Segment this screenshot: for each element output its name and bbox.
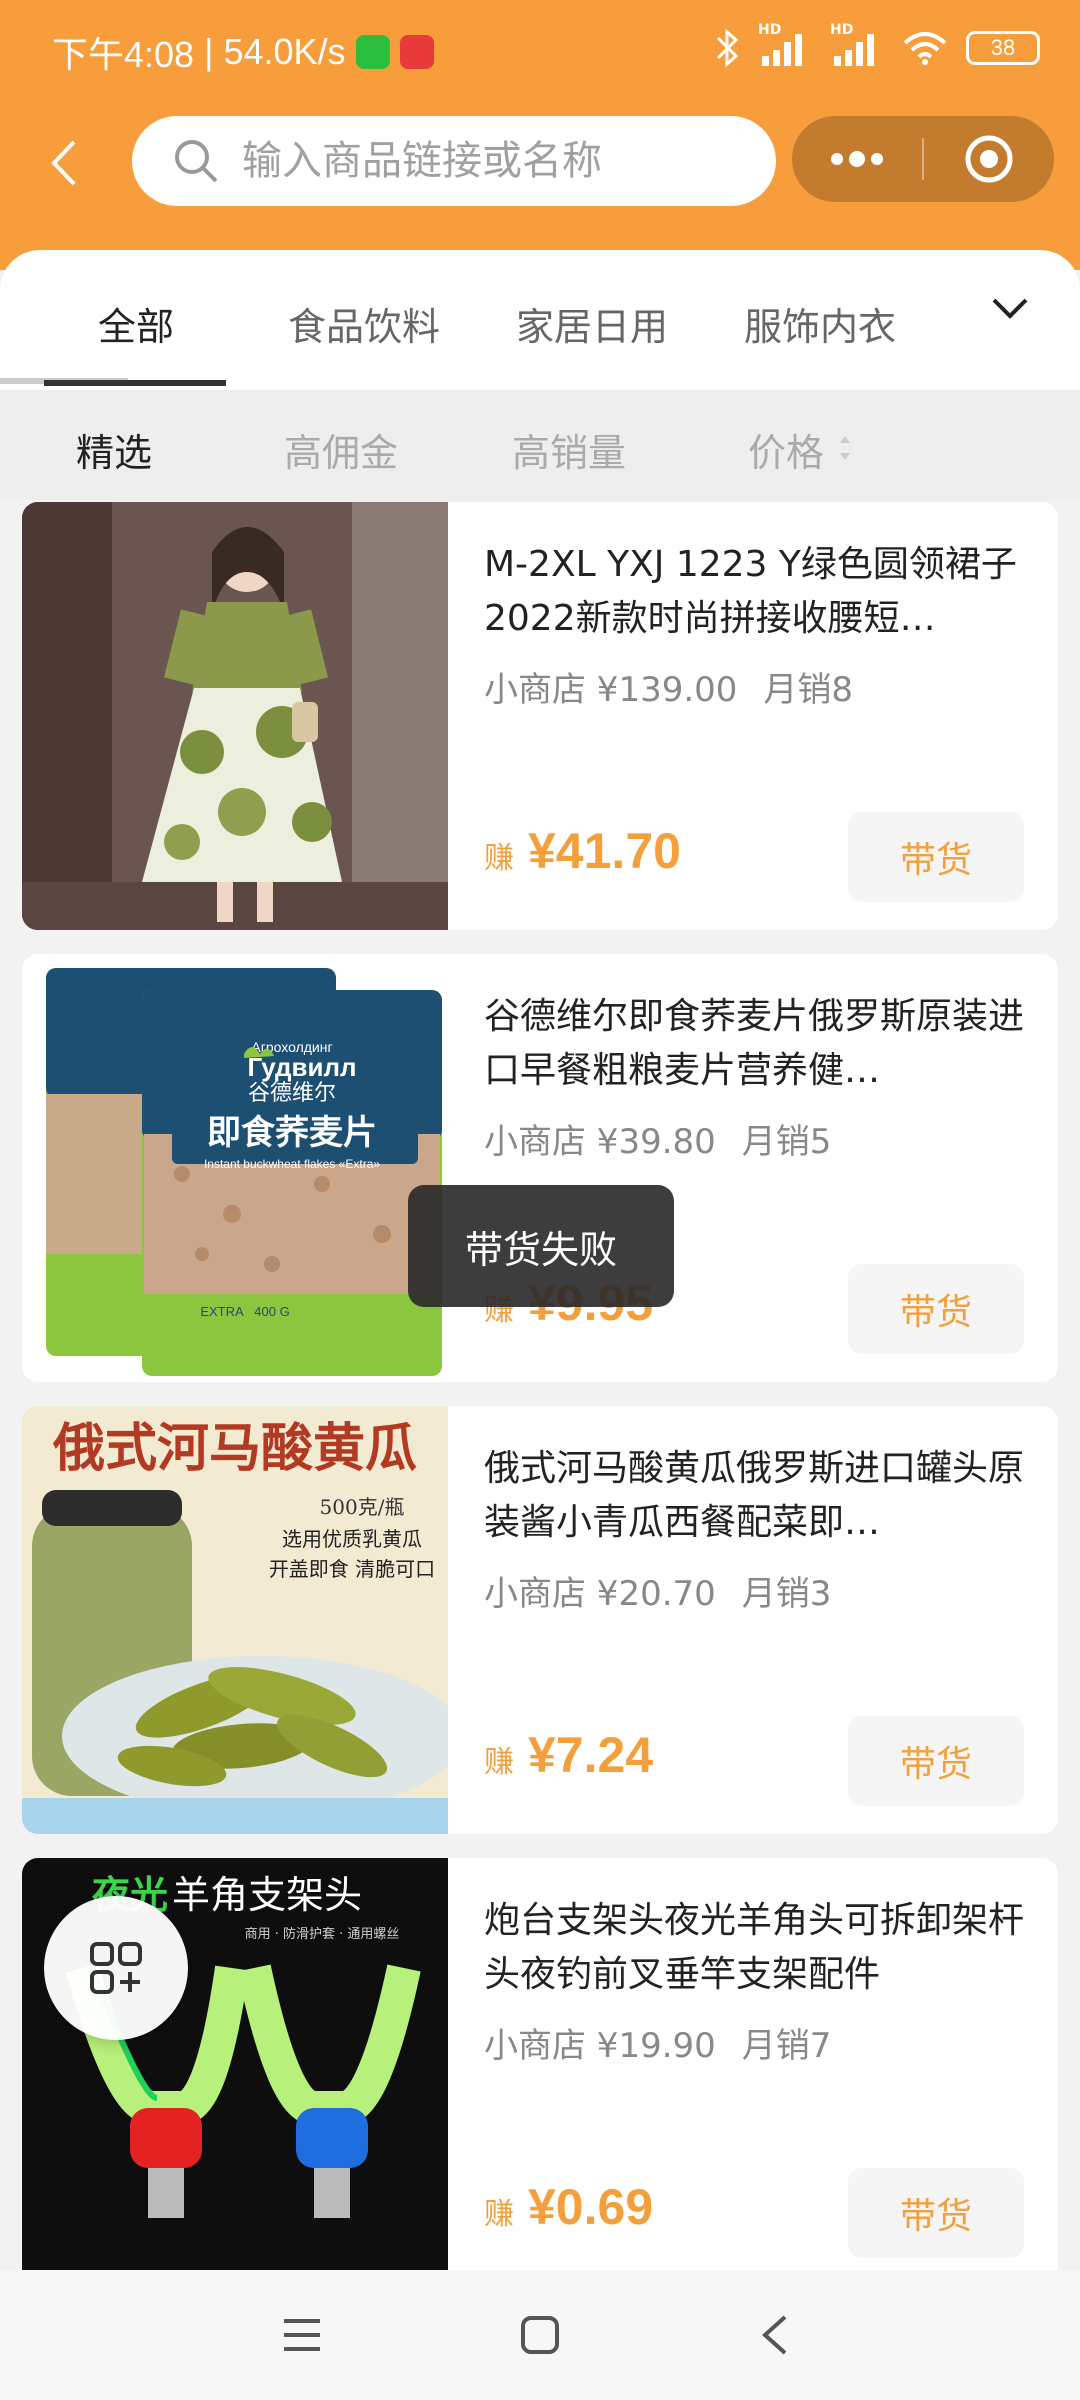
promote-button[interactable]: 带货 bbox=[848, 812, 1024, 902]
wifi-icon bbox=[903, 32, 947, 65]
product-cn-text: 即食荞麦片 bbox=[207, 1113, 377, 1153]
back-button[interactable] bbox=[38, 128, 88, 198]
earn-prefix: 赚 bbox=[484, 1745, 514, 1780]
earn-amount: 赚 ¥0.69 bbox=[484, 2178, 653, 2236]
extra-label: EXTRA bbox=[200, 1304, 244, 1319]
tab-food-drink[interactable]: 食品饮料 bbox=[288, 296, 440, 351]
product-card-3[interactable]: 俄式河马酸黄瓜 500克/瓶 选用优质乳黄瓜 开盖即食 清脆可口 俄式河马酸黄瓜… bbox=[22, 1406, 1058, 1834]
status-left: 下午4:08 | 54.0K/s bbox=[52, 26, 434, 78]
close-miniprogram-button[interactable] bbox=[924, 116, 1054, 202]
shop-price: 小商店 ¥20.70 bbox=[484, 1574, 716, 1614]
menu-icon bbox=[284, 2319, 320, 2351]
toast-message: 带货失败 bbox=[408, 1185, 674, 1307]
promote-button[interactable]: 带货 bbox=[848, 2168, 1024, 2258]
monthly-sales: 月销8 bbox=[763, 670, 854, 710]
monthly-sales: 月销3 bbox=[741, 1574, 832, 1614]
pickle-weight-text: 500克/瓶 bbox=[320, 1495, 405, 1519]
product-meta: 小商店 ¥39.80 月销5 bbox=[484, 1114, 857, 1163]
product-card-4[interactable]: 夜光 羊角支架头 商用 · 防滑护套 · 通用螺丝 炮台支架头夜光羊角头可拆卸架… bbox=[22, 1858, 1058, 2286]
holder-headline-text: 羊角支架头 bbox=[172, 1873, 362, 1917]
back-triangle-icon bbox=[762, 2315, 787, 2355]
pickle-line2-text: 开盖即食 清脆可口 bbox=[269, 1557, 435, 1581]
sort-featured[interactable]: 精选 bbox=[76, 422, 152, 477]
signal-icon-2: HD bbox=[830, 22, 884, 68]
hd-label-1: HD bbox=[758, 22, 782, 38]
product-card-1[interactable]: M-2XL YXJ 1223 Y绿色圆领裙子2022新款时尚拼接收腰短… 小商店… bbox=[22, 502, 1058, 930]
status-time: 下午4:08 bbox=[52, 34, 195, 75]
product-card-2[interactable]: Агрохолдинг Гудвилл 谷德维尔 即食荞麦片 Instant b… bbox=[22, 954, 1058, 1382]
target-icon bbox=[965, 135, 1013, 183]
holder-sub-text: 商用 · 防滑护套 · 通用螺丝 bbox=[245, 1926, 400, 1942]
active-tab-indicator bbox=[44, 380, 226, 386]
product-meta: 小商店 ¥19.90 月销7 bbox=[484, 2018, 857, 2067]
earn-amount: 赚 ¥7.24 bbox=[484, 1726, 653, 1784]
app-notification-icon bbox=[399, 35, 434, 69]
expand-categories-button[interactable] bbox=[990, 294, 1030, 326]
product-en-text: Instant buckwheat flakes «Extra» bbox=[204, 1157, 380, 1171]
search-icon bbox=[175, 140, 218, 183]
tab-apparel[interactable]: 服饰内衣 bbox=[744, 296, 896, 351]
product-title[interactable]: 炮台支架头夜光羊角头可拆卸架杆头夜钓前叉垂竿支架配件 bbox=[484, 1894, 1024, 2002]
product-title[interactable]: M-2XL YXJ 1223 Y绿色圆领裙子2022新款时尚拼接收腰短… bbox=[484, 538, 1024, 646]
pickle-headline-text: 俄式河马酸黄瓜 bbox=[52, 1418, 417, 1479]
floating-add-button[interactable] bbox=[44, 1896, 188, 2040]
search-bar[interactable] bbox=[132, 116, 776, 206]
shop-price: 小商店 ¥39.80 bbox=[484, 1122, 716, 1162]
header: 下午4:08 | 54.0K/s HD HD 38 bbox=[0, 0, 1080, 270]
home-square-icon bbox=[521, 2316, 559, 2354]
chevron-left-icon bbox=[51, 140, 76, 186]
sort-arrows-icon bbox=[840, 436, 850, 460]
category-tabs: 全部 食品饮料 家居日用 服饰内衣 bbox=[0, 250, 1080, 390]
home-nav-button[interactable] bbox=[500, 2300, 580, 2370]
grid-add-icon bbox=[90, 1942, 142, 1994]
product-image-dress[interactable] bbox=[22, 502, 448, 930]
product-image-buckwheat[interactable]: Агрохолдинг Гудвилл 谷德维尔 即食荞麦片 Instant b… bbox=[22, 954, 448, 1382]
weight-label: 400 G bbox=[254, 1304, 289, 1319]
back-nav-button[interactable] bbox=[734, 2300, 814, 2370]
brand-cn-text: 谷德维尔 bbox=[248, 1081, 336, 1106]
sort-high-sales[interactable]: 高销量 bbox=[512, 422, 626, 477]
earn-prefix: 赚 bbox=[484, 2197, 514, 2232]
battery-indicator: 38 bbox=[966, 31, 1040, 65]
earn-value: ¥7.24 bbox=[528, 1727, 654, 1783]
status-right: HD HD 38 bbox=[714, 22, 1040, 68]
sort-bar: 精选 高佣金 高销量 价格 bbox=[0, 390, 1080, 500]
sort-price[interactable]: 价格 bbox=[748, 422, 824, 477]
promote-button[interactable]: 带货 bbox=[848, 1716, 1024, 1806]
status-separator: | bbox=[204, 31, 214, 72]
tab-all[interactable]: 全部 bbox=[98, 296, 174, 351]
menu-nav-button[interactable] bbox=[262, 2300, 342, 2370]
more-dots-icon bbox=[831, 151, 883, 167]
shop-price: 小商店 ¥19.90 bbox=[484, 2026, 716, 2066]
monthly-sales: 月销7 bbox=[741, 2026, 832, 2066]
signal-icon-1: HD bbox=[758, 22, 812, 68]
product-image-pickles[interactable]: 俄式河马酸黄瓜 500克/瓶 选用优质乳黄瓜 开盖即食 清脆可口 bbox=[22, 1406, 448, 1834]
earn-prefix: 赚 bbox=[484, 841, 514, 876]
bluetooth-icon bbox=[716, 28, 739, 68]
product-title[interactable]: 谷德维尔即食荞麦片俄罗斯原装进口早餐粗粮麦片营养健… bbox=[484, 990, 1024, 1098]
wechat-notification-icon bbox=[355, 35, 390, 69]
shop-price: 小商店 ¥139.00 bbox=[484, 670, 738, 710]
earn-amount: 赚 ¥41.70 bbox=[484, 822, 681, 880]
earn-value: ¥41.70 bbox=[528, 823, 681, 879]
miniprogram-capsule bbox=[792, 116, 1054, 202]
pickle-line1-text: 选用优质乳黄瓜 bbox=[282, 1527, 422, 1551]
earn-value: ¥0.69 bbox=[528, 2179, 654, 2235]
product-meta: 小商店 ¥20.70 月销3 bbox=[484, 1566, 857, 1615]
chevron-down-icon bbox=[992, 298, 1028, 319]
search-input[interactable] bbox=[242, 138, 742, 184]
product-title[interactable]: 俄式河马酸黄瓜俄罗斯进口罐头原装酱小青瓜西餐配菜即… bbox=[484, 1442, 1024, 1550]
monthly-sales: 月销5 bbox=[741, 1122, 832, 1162]
promote-button[interactable]: 带货 bbox=[848, 1264, 1024, 1354]
status-bar: 下午4:08 | 54.0K/s HD HD 38 bbox=[0, 0, 1080, 100]
more-button[interactable] bbox=[792, 116, 922, 202]
product-meta: 小商店 ¥139.00 月销8 bbox=[484, 662, 879, 711]
system-nav-bar bbox=[0, 2270, 1080, 2400]
network-speed: 54.0K/s bbox=[223, 31, 346, 72]
hd-label-2: HD bbox=[830, 22, 854, 38]
tab-home-daily[interactable]: 家居日用 bbox=[516, 296, 668, 351]
sort-high-commission[interactable]: 高佣金 bbox=[284, 422, 398, 477]
